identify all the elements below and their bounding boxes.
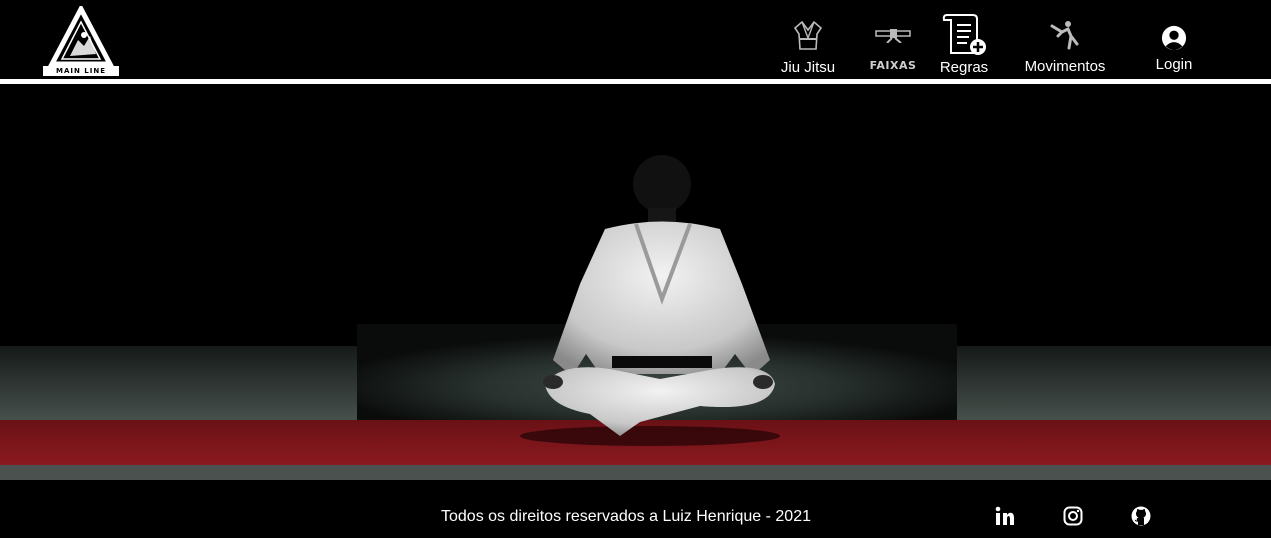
user-avatar-icon <box>1161 25 1187 51</box>
nav-jiu-jitsu[interactable]: Jiu Jitsu <box>772 0 844 80</box>
nav-label-regras: Regras <box>939 59 989 76</box>
belt-icon <box>875 29 911 43</box>
nav-faixas[interactable]: FAIXAS <box>866 0 920 80</box>
nav-label-login: Login <box>1155 56 1193 73</box>
nav-label-movimentos: Movimentos <box>1024 58 1106 75</box>
site-footer: Todos os direitos reservados a Luiz Henr… <box>0 480 1271 538</box>
gi-kimono-icon <box>793 20 823 50</box>
instagram-icon[interactable] <box>1063 506 1083 526</box>
hero-image <box>0 84 1271 480</box>
linkedin-icon[interactable] <box>995 506 1015 526</box>
fighter-kick-icon <box>1050 21 1079 50</box>
site-header: MAIN LINE Jiu Jitsu FAIXAS Regras Movime… <box>0 0 1271 80</box>
nav-login[interactable]: Login <box>1146 0 1202 80</box>
nav-regras[interactable]: Regras <box>932 0 996 80</box>
nav-label-jiu-jitsu: Jiu Jitsu <box>780 59 836 76</box>
nav-movimentos[interactable]: Movimentos <box>1014 0 1116 80</box>
github-icon[interactable] <box>1131 506 1151 526</box>
nav-label-faixas: FAIXAS <box>869 59 917 72</box>
logo-text: MAIN LINE <box>43 66 119 76</box>
copyright-text: Todos os direitos reservados a Luiz Henr… <box>441 508 811 525</box>
rules-document-icon <box>942 14 986 55</box>
